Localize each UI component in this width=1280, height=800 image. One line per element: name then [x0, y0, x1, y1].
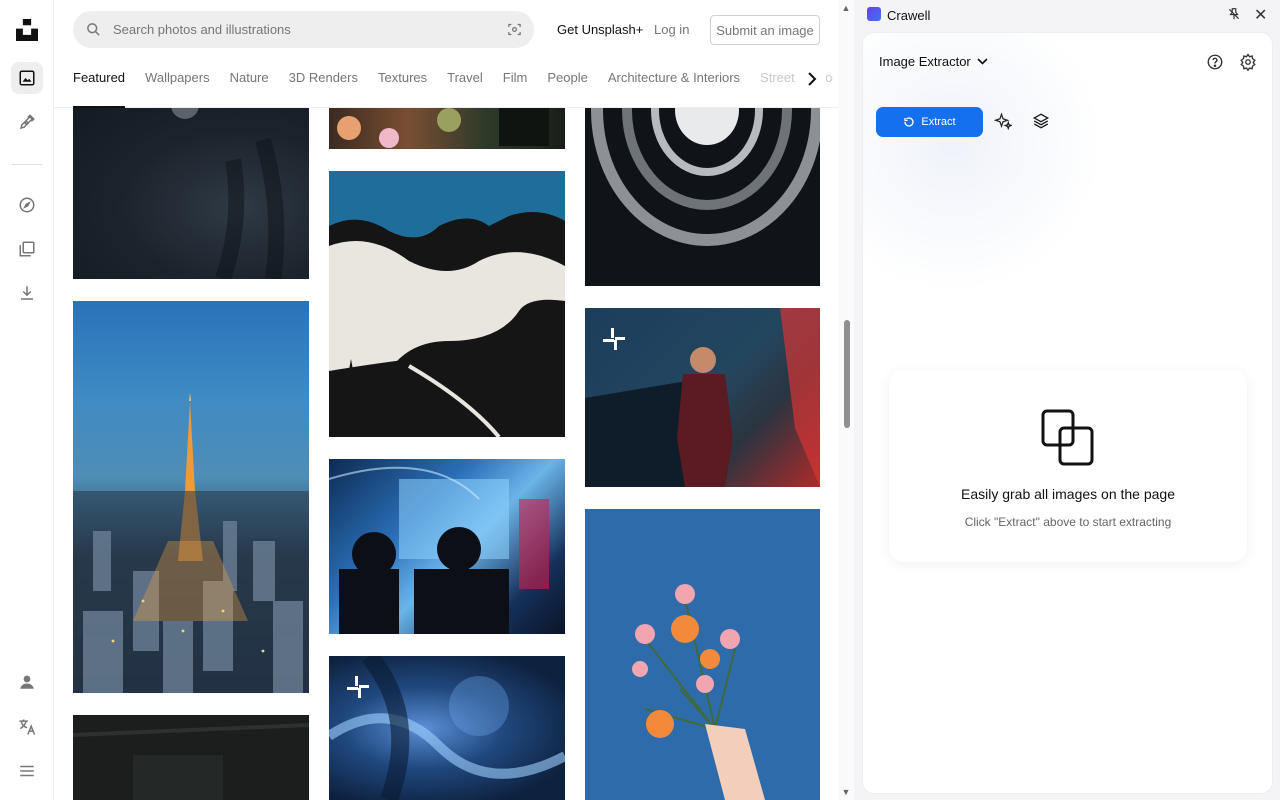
- chevron-down-icon: [977, 58, 988, 65]
- crawell-logo: [867, 7, 881, 21]
- get-unsplash-plus-link[interactable]: Get Unsplash+: [557, 22, 643, 37]
- submit-image-button[interactable]: Submit an image: [710, 15, 820, 45]
- tab-textures[interactable]: Textures: [368, 70, 437, 108]
- photo-abstract-landscape[interactable]: [329, 171, 565, 437]
- explore-icon[interactable]: [11, 189, 43, 221]
- login-link[interactable]: Log in: [654, 22, 689, 37]
- empty-state: Easily grab all images on the page Click…: [889, 370, 1247, 562]
- copy-images-icon: [1040, 408, 1096, 473]
- tab-people[interactable]: People: [537, 70, 597, 108]
- scroll-up-arrow[interactable]: ▲: [840, 3, 852, 13]
- scroll-down-arrow[interactable]: ▼: [840, 787, 852, 797]
- unsplash-plus-icon: [601, 326, 627, 357]
- tab-wallpapers[interactable]: Wallpapers: [135, 70, 220, 108]
- pin-icon[interactable]: [1227, 7, 1241, 26]
- tab-architecture-interiors[interactable]: Architecture & Interiors: [598, 70, 750, 108]
- menu-icon[interactable]: [11, 755, 43, 787]
- photo-flower-bouquet[interactable]: [585, 509, 820, 800]
- photo-tokyo-tower[interactable]: [73, 301, 309, 693]
- translate-icon[interactable]: [11, 711, 43, 743]
- unsplash-logo[interactable]: [11, 14, 43, 46]
- collections-icon[interactable]: [11, 233, 43, 265]
- tab-featured[interactable]: Featured: [73, 70, 135, 108]
- illustrations-icon[interactable]: [11, 106, 43, 138]
- photo-dark-interior[interactable]: [73, 715, 309, 800]
- tab-3d-renders[interactable]: 3D Renders: [279, 70, 368, 108]
- sparkle-icon[interactable]: [993, 112, 1014, 135]
- tab-travel[interactable]: Travel: [437, 70, 493, 108]
- top-bar: Search photos and illustrations Get Unsp…: [54, 0, 838, 108]
- mode-dropdown[interactable]: Image Extractor: [879, 54, 988, 69]
- tab-film[interactable]: Film: [493, 70, 538, 108]
- extract-label: Extract: [921, 116, 956, 128]
- download-icon[interactable]: [11, 277, 43, 309]
- close-icon[interactable]: ✕: [1254, 5, 1267, 25]
- left-rail: [0, 0, 54, 800]
- chevron-right-icon[interactable]: [798, 68, 826, 90]
- topic-tabs: Featured Wallpapers Nature 3D Renders Te…: [73, 70, 833, 108]
- unsplash-plus-icon: [345, 674, 371, 705]
- visual-search-icon[interactable]: [494, 22, 534, 37]
- tab-nature[interactable]: Nature: [220, 70, 279, 108]
- help-icon[interactable]: [1206, 53, 1224, 76]
- search-icon: [73, 22, 113, 37]
- search-input[interactable]: Search photos and illustrations: [113, 22, 494, 37]
- photo-umbrella-couple[interactable]: [329, 459, 565, 634]
- empty-subtitle: Click "Extract" above to start extractin…: [964, 515, 1172, 529]
- crawell-side-panel: Crawell ✕ Image Extractor Extract Easily…: [854, 0, 1280, 800]
- layers-icon[interactable]: [1032, 112, 1050, 135]
- rail-divider: [12, 164, 42, 165]
- search-bar[interactable]: Search photos and illustrations: [73, 11, 534, 48]
- photo-man-night-street[interactable]: [585, 308, 820, 487]
- scrollbar-thumb[interactable]: [844, 320, 850, 428]
- mode-label: Image Extractor: [879, 54, 971, 69]
- photo-liquid-metal[interactable]: [329, 656, 565, 800]
- photo-dark-night[interactable]: [73, 100, 309, 279]
- empty-title: Easily grab all images on the page: [960, 486, 1176, 502]
- app-name: Crawell: [887, 8, 931, 23]
- gear-icon[interactable]: [1239, 53, 1257, 76]
- refresh-icon: [904, 117, 914, 127]
- photo-spiral-staircase[interactable]: [585, 100, 820, 286]
- user-icon[interactable]: [11, 666, 43, 698]
- photos-icon[interactable]: [11, 62, 43, 94]
- extract-button[interactable]: Extract: [876, 107, 983, 137]
- extractor-card: Image Extractor Extract Easily grab all …: [862, 32, 1273, 794]
